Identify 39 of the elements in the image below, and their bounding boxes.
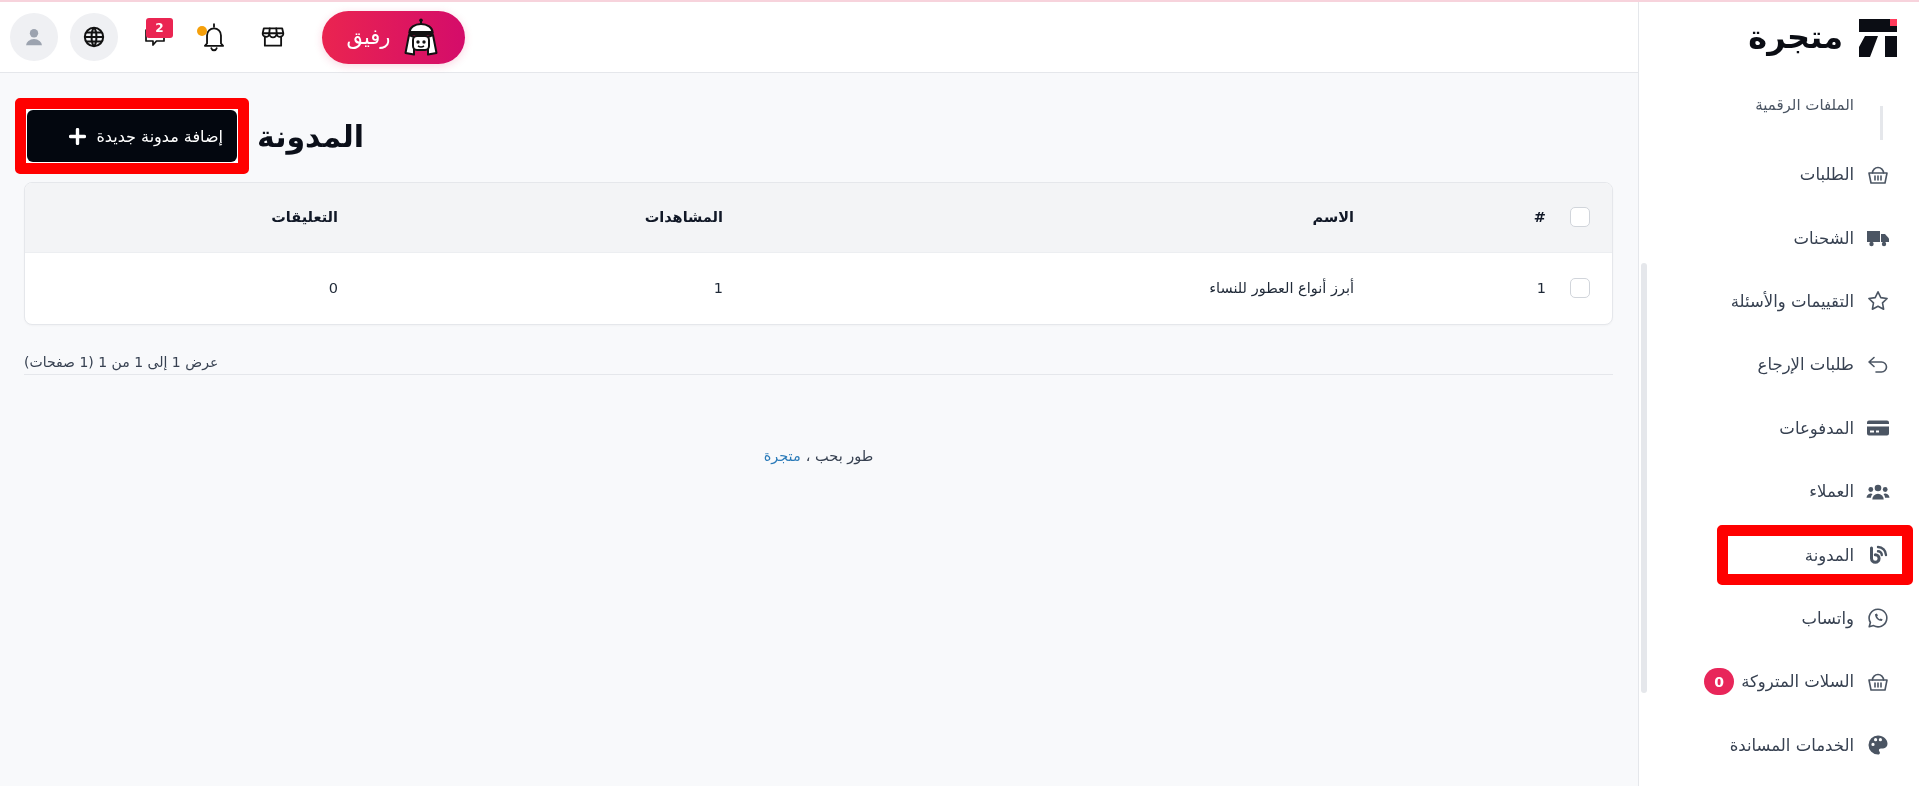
- column-header: التعليقات: [25, 183, 354, 252]
- phone-bubble-icon: [1866, 606, 1890, 631]
- sidebar-item[interactable]: الخدمات المساندة: [1729, 733, 1890, 758]
- sidebar-item[interactable]: الشحنات: [1793, 226, 1890, 251]
- globe-icon: [83, 26, 105, 48]
- table-cell: 1: [1370, 252, 1562, 324]
- table-cell: 1: [354, 252, 739, 324]
- sidebar-item[interactable]: المدفوعات: [1779, 416, 1890, 441]
- add-post-button[interactable]: إضافة مدونة جديدة: [27, 110, 237, 162]
- count-badge: 0: [1704, 668, 1735, 696]
- user-silhouette-icon: [24, 27, 44, 47]
- select-all-checkbox[interactable]: [1570, 207, 1590, 228]
- plus-icon: [69, 127, 87, 145]
- column-header: #: [1370, 183, 1562, 252]
- sidebar-item[interactable]: التقييمات والأسئلة: [1730, 289, 1890, 314]
- page-title: المدونة: [257, 118, 365, 154]
- table-cell: 0: [25, 252, 354, 324]
- sidebar-item[interactable]: المدونة: [1804, 543, 1890, 568]
- brand-name[interactable]: متجرة: [1748, 19, 1843, 56]
- language-button[interactable]: [70, 13, 118, 61]
- sidebar-item[interactable]: العملاء: [1809, 479, 1890, 504]
- sidebar-subitem[interactable]: الملفات الرقمية: [1755, 96, 1854, 115]
- sidebar-item[interactable]: واتساب: [1801, 606, 1890, 631]
- column-header: المشاهدات: [354, 183, 739, 252]
- row-checkbox[interactable]: [1570, 278, 1590, 299]
- store-icon[interactable]: [260, 24, 286, 50]
- column-header: الاسم: [739, 183, 1370, 252]
- message-count-badge: 2: [146, 18, 173, 38]
- scrollbar-thumb[interactable]: [1641, 263, 1647, 693]
- footer-link[interactable]: متجرة: [763, 448, 801, 464]
- table-cell: أبرز أنواع العطور للنساء: [739, 252, 1370, 324]
- bell-icon[interactable]: [201, 22, 227, 52]
- footer-credit: طور بحب ، متجرة: [763, 447, 874, 467]
- sidebar-item[interactable]: الطلبات: [1799, 162, 1890, 187]
- sidebar-item[interactable]: السلات المتروكة: [1741, 669, 1890, 694]
- logo-icon[interactable]: [1859, 18, 1897, 57]
- assistant-button[interactable]: رفيق: [322, 10, 465, 64]
- pagination-summary: عرض 1 إلى 1 من 1 (1 صفحات): [24, 353, 219, 372]
- sidebar-item[interactable]: طلبات الإرجاع: [1757, 352, 1890, 377]
